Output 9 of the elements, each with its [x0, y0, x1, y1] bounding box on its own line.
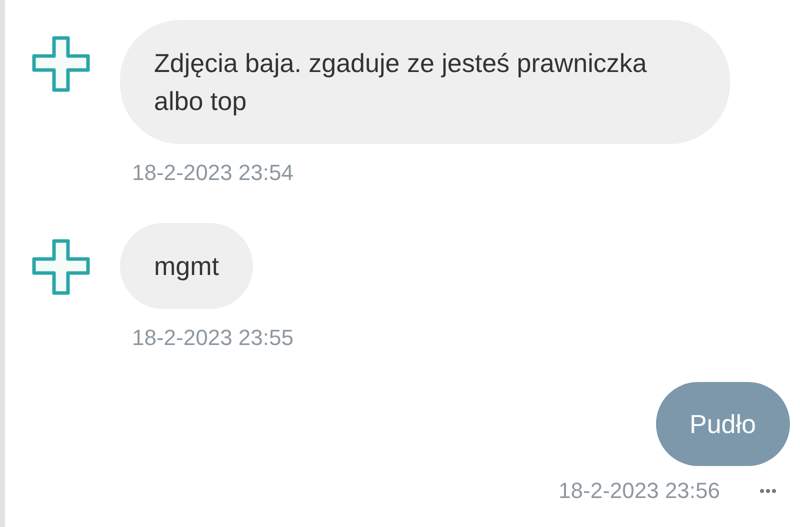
plus-icon [30, 34, 92, 94]
message-bubble: Pudło [656, 382, 790, 466]
more-icon[interactable] [760, 488, 776, 494]
message-time: 18-2-2023 23:54 [132, 159, 294, 187]
message-bubble: Zdjęcia baja. zgaduje ze jesteś prawniczka albo top [120, 20, 730, 144]
message-time: 18-2-2023 23:56 [558, 477, 720, 505]
message-bubble: mgmt [120, 223, 253, 309]
plus-icon [30, 237, 92, 297]
message-time: 18-2-2023 23:55 [132, 324, 294, 352]
